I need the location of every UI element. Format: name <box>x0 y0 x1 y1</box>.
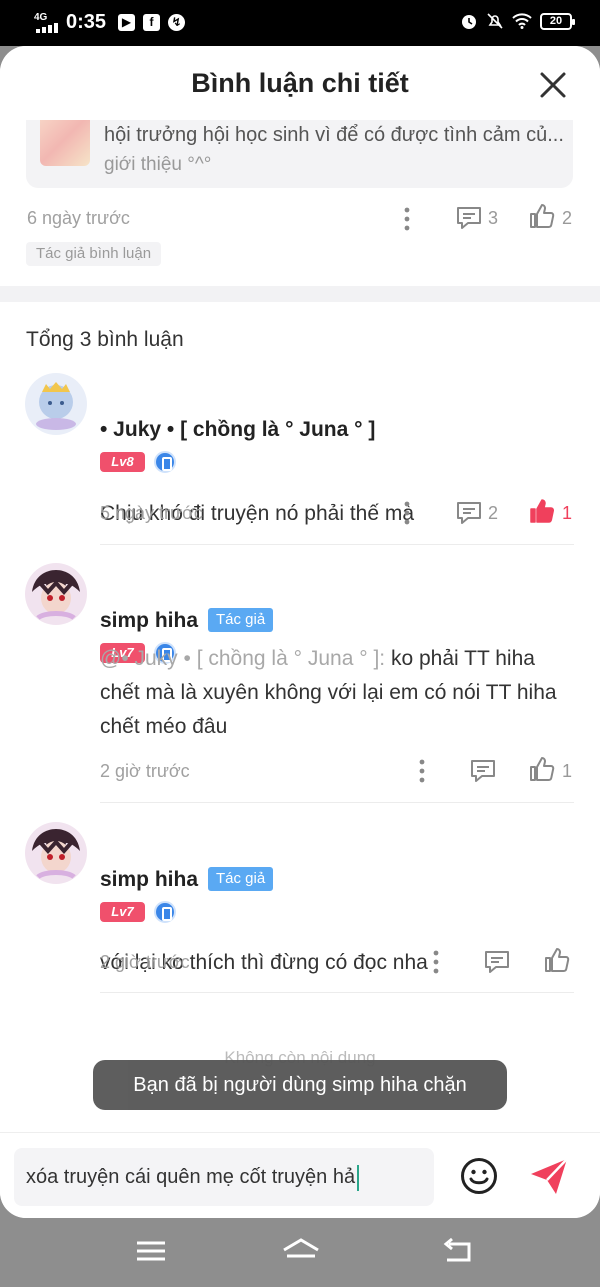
page-title: Bình luận chi tiết <box>191 68 409 98</box>
facebook-icon: f <box>143 14 160 31</box>
avatar[interactable] <box>24 821 88 885</box>
username[interactable]: simp hiha <box>100 868 198 892</box>
more-options-icon[interactable] <box>429 949 443 975</box>
story-thumbnail <box>40 112 90 166</box>
mute-icon <box>487 13 503 29</box>
menu-icon[interactable] <box>134 1236 168 1266</box>
reply-icon[interactable] <box>469 757 497 785</box>
verified-badge-icon <box>154 451 176 473</box>
comment-time: 2 giờ trước <box>100 761 190 781</box>
comment-input-bar: xóa truyện cái quên mẹ cốt truyện hả <box>0 1132 600 1218</box>
avatar[interactable] <box>24 562 88 626</box>
system-nav-bar <box>0 1218 600 1287</box>
reply-icon[interactable] <box>455 204 483 232</box>
alarm-icon <box>462 15 476 29</box>
reply-icon[interactable] <box>483 948 511 976</box>
like-count: 1 <box>562 761 573 781</box>
network-type: 4G <box>34 12 48 23</box>
text-cursor <box>357 1164 360 1191</box>
mention[interactable]: @• Juky • [ chồng là ° Juna ° ]: <box>100 647 385 670</box>
verified-badge-icon <box>154 901 176 923</box>
story-intro: giới thiệu °^° <box>104 154 212 175</box>
username[interactable]: • Juky • [ chồng là ° Juna ° ] <box>100 418 375 442</box>
section-divider <box>0 286 600 302</box>
like-icon[interactable] <box>528 755 556 783</box>
total-comments-label: Tổng 3 bình luận <box>26 328 184 351</box>
author-badge: Tác giả <box>208 608 274 632</box>
clock: 0:35 <box>66 11 107 33</box>
divider <box>100 544 574 545</box>
status-bar: 4G 0:35 ▶ f ↯ 20 <box>0 0 600 46</box>
like-icon[interactable] <box>528 202 556 230</box>
username[interactable]: simp hiha <box>100 609 198 633</box>
like-icon[interactable] <box>543 946 571 974</box>
signal-icon <box>36 23 62 33</box>
home-icon[interactable] <box>281 1236 321 1266</box>
like-count: 2 <box>562 208 573 228</box>
like-count: 1 <box>562 503 573 523</box>
comment-time: 2 giờ trước <box>100 952 190 972</box>
avatar[interactable] <box>24 372 88 436</box>
author-comment-tag: Tác giả bình luận <box>26 242 162 266</box>
like-filled-icon[interactable] <box>528 497 556 525</box>
comment-input-value: xóa truyện cái quên mẹ cốt truyện hả <box>26 1166 356 1188</box>
level-badge: Lv8 <box>100 452 145 472</box>
comment-time: 6 ngày trước <box>27 208 130 228</box>
reply-count: 3 <box>488 208 499 228</box>
author-badge: Tác giả <box>208 867 274 891</box>
reply-icon[interactable] <box>455 499 483 527</box>
battery-icon: 20 <box>540 12 575 30</box>
comment-input[interactable]: xóa truyện cái quên mẹ cốt truyện hả <box>14 1148 434 1206</box>
youtube-icon: ▶ <box>118 14 135 31</box>
story-summary: hội trưởng hội học sinh vì để có được tì… <box>104 124 564 146</box>
level-badge: Lv7 <box>100 902 145 922</box>
divider <box>100 992 574 993</box>
wifi-icon <box>512 13 532 29</box>
more-options-icon[interactable] <box>400 500 414 526</box>
comment-text: @• Juky • [ chồng là ° Juna ° ]: ko phải… <box>100 642 576 744</box>
more-options-icon[interactable] <box>415 758 429 784</box>
back-icon[interactable] <box>441 1236 475 1266</box>
comment-detail-sheet: Bình luận chi tiết hội trưởng hội học si… <box>0 46 600 1218</box>
divider <box>100 802 574 803</box>
emoji-icon[interactable] <box>460 1157 498 1195</box>
reply-count: 2 <box>488 503 499 523</box>
close-icon[interactable] <box>538 70 568 100</box>
messenger-icon: ↯ <box>168 14 185 31</box>
sheet-header: Bình luận chi tiết <box>0 46 600 120</box>
send-icon[interactable] <box>528 1155 570 1197</box>
comment-time: 5 ngày trước <box>100 503 203 523</box>
more-options-icon[interactable] <box>400 206 414 232</box>
blocked-toast: Bạn đã bị người dùng simp hiha chặn <box>93 1060 507 1110</box>
